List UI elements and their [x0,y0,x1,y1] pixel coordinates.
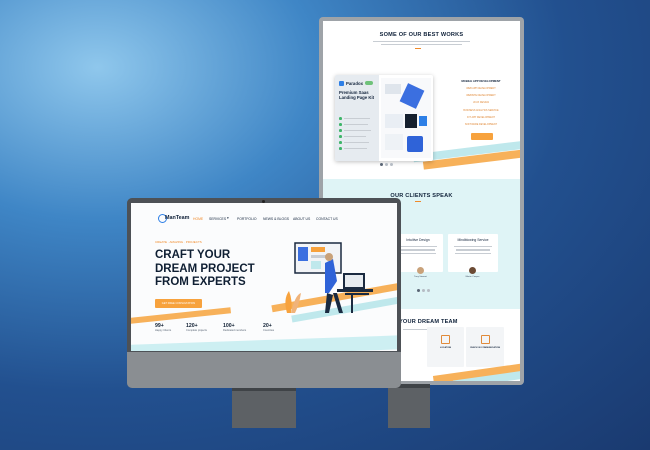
preview-block [419,116,427,126]
carousel-dot[interactable] [427,289,430,292]
chevron-down-icon[interactable]: ▾ [227,216,229,220]
nav-portfolio[interactable]: PORTFOLIO [237,217,257,221]
landscape-monitor-stand [232,388,296,428]
client-name: Tony Stewart [414,276,427,278]
carousel-dot-active[interactable] [417,289,420,292]
landscape-monitor-stand-joint [232,388,296,391]
paradox-logo-icon [339,81,344,86]
portfolio-card-preview [381,78,431,158]
preview-illustration [399,83,425,109]
nav-services[interactable]: SERVICES [209,217,226,221]
carousel-dot-active[interactable] [380,163,383,166]
carousel-dot[interactable] [390,163,393,166]
service-item[interactable]: BUSINESS ANALYSIS SERVICE [451,109,511,112]
team-card-label: LOCATION [439,347,452,349]
preview-block [385,84,401,94]
check-icon [339,123,342,126]
stat-label: Complete projects [186,329,207,332]
hero-kicker: CREATE · AMAZING · PROJECTS [155,240,202,244]
feature-line [344,148,367,150]
testimonial-line [456,249,490,251]
location-icon [441,335,450,344]
landscape-monitor-screen: ManTeam HOME SERVICES ▾ PORTFOLIO NEWS &… [131,203,397,351]
service-item[interactable]: SOFTWARE DEVELOPMENT [451,123,511,126]
services-heading[interactable]: MOBILE APP DEVELOPMENT [451,79,511,83]
nav-about[interactable]: ABOUT US [293,217,310,221]
portfolio-subtitle-line [373,41,470,43]
feature-line [344,118,370,120]
feature-line [344,124,368,126]
feature-line [344,136,366,138]
portfolio-section-title: SOME OF OUR BEST WORKS [379,32,464,38]
stat-label: Happy Clients [155,329,172,332]
hero-title-line: FROM EXPERTS [155,276,246,288]
stat-label: Dedicated members [223,329,247,332]
team-section-title: YOUR DREAM TEAM [399,319,458,325]
free-consultation-button[interactable]: GET FREE CONSULTATION [155,299,202,308]
portfolio-card[interactable]: Paradox Premium Saas Landing Page Kit [335,75,433,161]
check-icon [339,129,342,132]
stat-item: 120+ Complete projects [186,323,207,332]
testimonial-line [400,252,436,254]
hero-title-line: DREAM PROJECT [155,262,255,275]
check-icon [339,117,342,120]
landscape-monitor-chin [127,352,401,388]
portfolio-subtitle-line [381,44,462,46]
stat-item: 20+ Countries [263,323,274,332]
decorative-stripe [131,307,232,325]
nav-news[interactable]: NEWS & BLOGS [263,217,289,221]
team-card: LOCATION [427,327,464,367]
nav-home[interactable]: HOME [193,217,203,221]
view-more-button[interactable] [471,133,493,140]
portfolio-title-underline [415,48,421,50]
feature-line [344,142,369,144]
services-list: MOBILE APP DEVELOPMENT WEB APP DEVELOPME… [451,79,511,130]
preview-block [385,114,403,128]
avatar [469,267,476,274]
client-name: Martin Cooper [465,276,480,278]
portrait-monitor-stand [388,384,430,428]
stat-item: 99+ Happy Clients [155,323,171,332]
portfolio-card-badge [365,81,373,85]
nav-contact[interactable]: CONTACT US [316,217,338,221]
preview-block [405,114,417,128]
testimonial-line [401,249,435,251]
check-icon [339,141,342,144]
service-item[interactable]: IOT APP DEVELOPMENT [451,116,511,119]
portfolio-card-brand: Paradox [346,81,363,86]
portfolio-card-title: Premium Saas Landing Page Kit [339,90,375,101]
service-item[interactable]: WEBSITE DEVELOPMENT [451,94,511,97]
service-item[interactable]: UI/UX DESIGN [451,101,511,104]
testimonial-line [455,252,491,254]
carousel-dot[interactable] [422,289,425,292]
hero-illustration [285,242,373,313]
testimonial-title: Mindblowing Service [457,238,489,242]
preview-block [407,136,423,152]
check-icon [339,135,342,138]
chat-icon [481,335,490,344]
preview-block [385,134,403,150]
stat-label: Countries [263,329,275,332]
testimonial-line [454,246,492,248]
hero-title: CRAFT YOUR DREAM PROJECT FROM EXPERTS [155,249,275,290]
feature-line [344,130,371,132]
stat-item: 100+ Dedicated members [223,323,246,332]
check-icon [339,147,342,150]
clients-title-underline [415,201,421,203]
decorative-band [131,334,397,351]
testimonial-line [399,246,437,248]
avatar [417,267,424,274]
hero-title-line: CRAFT YOUR [155,249,231,261]
site-logo[interactable]: ManTeam [165,215,189,221]
service-item[interactable]: WEB APP DEVELOPMENT [451,87,511,90]
team-card-label: CHECK IN COMMUNICATION [469,347,501,349]
team-card: CHECK IN COMMUNICATION [466,327,504,367]
carousel-dot[interactable] [385,163,388,166]
